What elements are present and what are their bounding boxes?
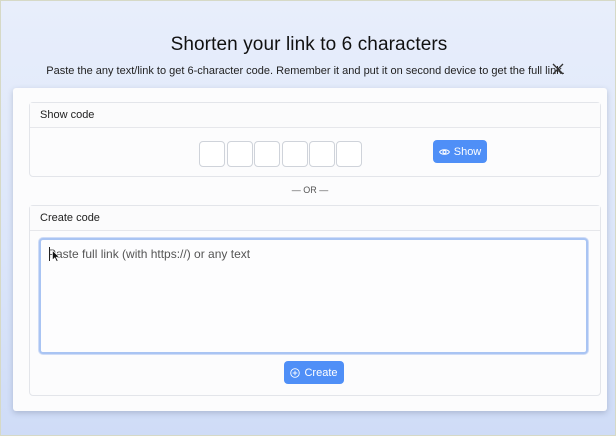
main-card: Show code Show — OR — Create code Paste … [13,88,607,411]
create-button[interactable]: Create [284,361,344,384]
code-input-5[interactable] [309,141,335,167]
show-button[interactable]: Show [433,140,487,163]
plus-circle-icon [290,367,301,378]
link-textarea[interactable]: Paste full link (with https://) or any t… [39,238,588,354]
create-button-label: Create [304,366,338,379]
page-header: Shorten your link to 6 characters Paste … [1,1,616,87]
page-subtitle: Paste the any text/link to get 6-charact… [46,65,565,77]
mouse-cursor-icon [52,249,61,262]
show-code-heading: Show code [30,103,600,128]
text-caret [49,247,50,261]
textarea-placeholder: Paste full link (with https://) or any t… [48,247,251,261]
close-icon[interactable] [551,62,565,76]
create-code-heading: Create code [30,206,600,231]
page-title: Shorten your link to 6 characters [170,34,448,55]
code-input-6[interactable] [336,141,362,167]
eye-icon [438,148,450,156]
show-button-label: Show [453,145,482,158]
code-input-4[interactable] [282,141,308,167]
code-input-1[interactable] [199,141,225,167]
show-code-panel: Show code Show [29,102,601,177]
code-input-3[interactable] [254,141,280,167]
or-separator: — OR — [291,185,329,195]
code-input-2[interactable] [227,141,253,167]
